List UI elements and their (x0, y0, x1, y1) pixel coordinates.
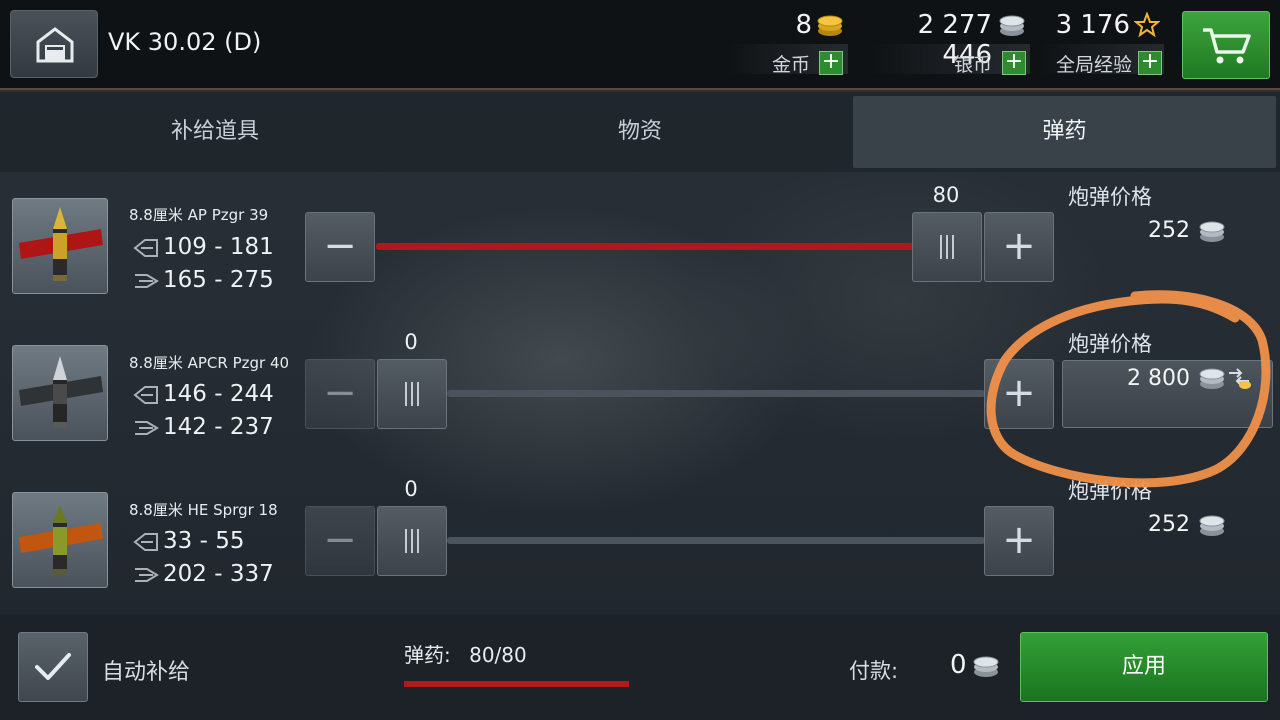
ammo-label: 弹药: (404, 643, 451, 667)
plus-icon: + (1002, 370, 1036, 416)
top-bar-divider (0, 88, 1280, 90)
count-he: 0 (404, 477, 418, 501)
penetration-icon (133, 239, 158, 257)
grip-icon (405, 382, 419, 406)
silver-coin-icon (1199, 368, 1225, 389)
shell-name-apcr: 8.8厘米 APCR Pzgr 40 (129, 354, 290, 372)
apcr-slider-track[interactable] (447, 390, 985, 397)
he-slider-handle[interactable] (377, 506, 447, 576)
decrease-ap-button[interactable]: − (305, 212, 375, 282)
convert-xp-button[interactable]: + (1138, 51, 1162, 75)
penetration-value-he: 33 - 55 (163, 528, 245, 554)
minus-icon: − (323, 223, 357, 269)
gold-amount: 8 (795, 10, 812, 40)
shop-button[interactable] (1182, 11, 1270, 79)
silver-coin-icon (1199, 221, 1225, 242)
penetration-icon (133, 533, 158, 551)
auto-resupply-label: 自动补给 (102, 660, 191, 685)
ammo-value: 80/80 (469, 643, 527, 667)
shell-icon-ap (12, 198, 108, 294)
silver-coin-icon (999, 15, 1025, 36)
ap-slider-handle[interactable] (912, 212, 982, 282)
silver-coin-icon (1199, 515, 1225, 536)
star-icon (1134, 12, 1160, 38)
apcr-slider-handle[interactable] (377, 359, 447, 429)
price-ap: 252 (1148, 218, 1190, 243)
increase-he-button[interactable]: + (984, 506, 1054, 576)
ammo-total: 弹药: 80/80 (404, 639, 527, 668)
apply-button[interactable]: 应用 (1020, 632, 1268, 702)
xp-amount: 3 176 (1055, 10, 1130, 40)
silver-label: 银币 (953, 54, 992, 76)
plus-icon: + (1002, 517, 1036, 563)
tab-provisions[interactable]: 物资 (430, 96, 850, 168)
exchange-gold-icon (1229, 368, 1251, 389)
penetration-value-ap: 109 - 181 (163, 234, 274, 260)
count-apcr: 0 (404, 330, 418, 354)
shell-icon-he (12, 492, 108, 588)
damage-value-he: 202 - 337 (163, 561, 274, 587)
minus-icon: − (323, 517, 357, 563)
minus-icon: − (323, 370, 357, 416)
tab-consumables[interactable]: 补给道具 (0, 96, 430, 168)
penetration-value-apcr: 146 - 244 (163, 381, 274, 407)
damage-icon (135, 421, 159, 435)
auto-resupply-checkbox[interactable] (18, 632, 88, 702)
damage-icon (135, 274, 159, 288)
price-label-apcr: 炮弹价格 (1068, 332, 1152, 356)
shell-name-he: 8.8厘米 HE Sprgr 18 (129, 501, 278, 519)
damage-icon (135, 568, 159, 582)
cart-icon (1203, 28, 1251, 64)
ap-slider-track[interactable] (376, 243, 914, 250)
damage-value-ap: 165 - 275 (163, 267, 274, 293)
decrease-apcr-button[interactable]: − (305, 359, 375, 429)
grip-icon (940, 235, 954, 259)
payment-label: 付款: (849, 659, 899, 683)
garage-button[interactable] (10, 10, 98, 78)
he-shell-icon (19, 505, 103, 575)
gold-coin-icon (817, 15, 843, 36)
shell-name-ap: 8.8厘米 AP Pzgr 39 (129, 206, 269, 224)
grip-icon (405, 529, 419, 553)
tank-name: VK 30.02 (D) (108, 28, 262, 56)
he-slider-track[interactable] (447, 537, 985, 544)
increase-ap-button[interactable]: + (984, 212, 1054, 282)
increase-apcr-button[interactable]: + (984, 359, 1054, 429)
plus-icon: + (1002, 223, 1036, 269)
decrease-he-button[interactable]: − (305, 506, 375, 576)
penetration-icon (133, 386, 158, 404)
price-label-he: 炮弹价格 (1068, 479, 1152, 503)
xp-label: 全局经验 (1055, 54, 1132, 76)
ap-shell-icon (19, 207, 103, 281)
ammo-fill-bar (404, 681, 629, 687)
silver-coin-icon (973, 656, 999, 677)
shell-icon-apcr (12, 345, 108, 441)
damage-value-apcr: 142 - 237 (163, 414, 274, 440)
checkmark-icon (35, 653, 71, 680)
price-apcr: 2 800 (1127, 366, 1190, 391)
apcr-shell-icon (19, 356, 103, 428)
tab-ammunition[interactable]: 弹药 (853, 96, 1276, 168)
buy-gold-button[interactable]: + (819, 51, 843, 75)
gold-label: 金币 (771, 54, 810, 76)
garage-icon (36, 27, 74, 63)
payment-value: 0 (950, 650, 967, 680)
price-label-ap: 炮弹价格 (1068, 185, 1152, 209)
count-ap: 80 (932, 183, 960, 207)
price-he: 252 (1148, 512, 1190, 537)
buy-silver-button[interactable]: + (1002, 51, 1026, 75)
